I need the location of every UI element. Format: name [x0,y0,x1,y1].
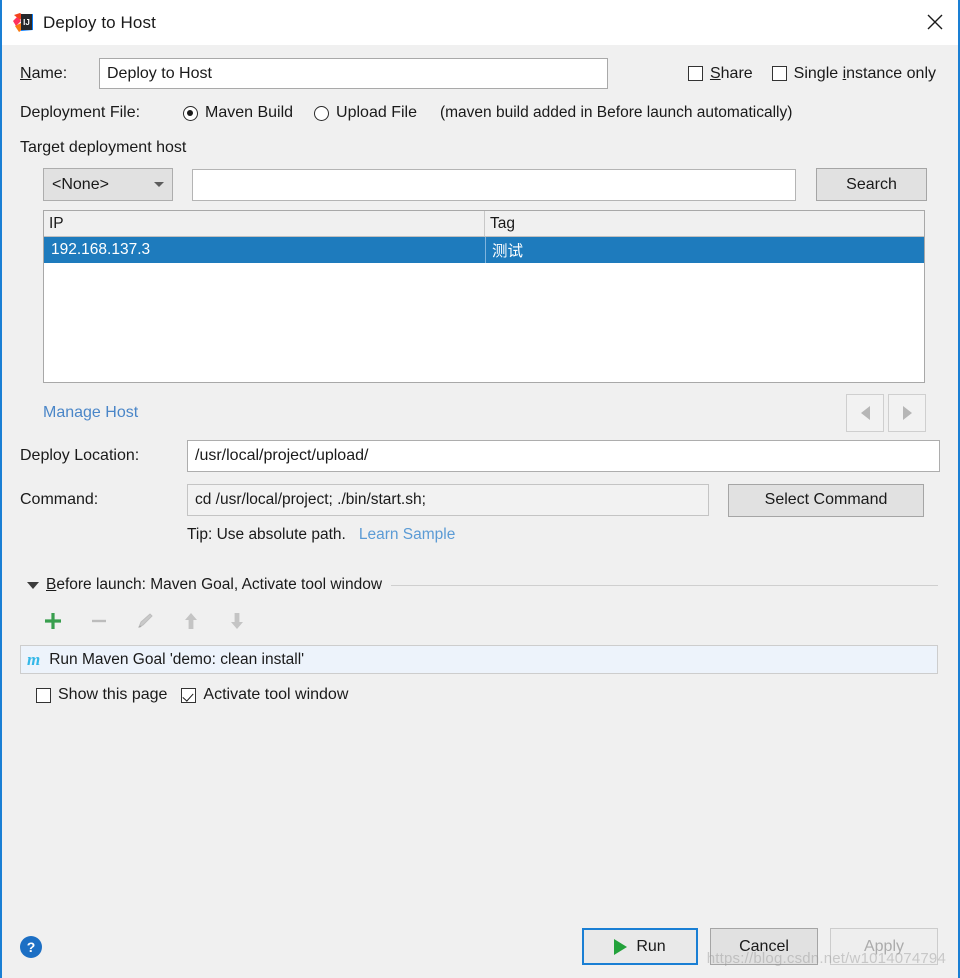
dialog-title: Deploy to Host [43,12,156,32]
command-tip-text: Tip: Use absolute path. [187,526,346,543]
host-search-row: <None> Search [20,168,940,201]
deployment-file-row: Deployment File: Maven Build Upload File… [20,100,940,126]
name-row: Name: Share Single instance only [20,58,940,89]
radio-upload-file[interactable]: Upload File [314,104,417,122]
table-row[interactable]: 192.168.137.3 测试 [44,237,924,263]
before-launch-separator [391,584,938,586]
arrow-up-icon [180,610,202,632]
triangle-left-icon [860,406,870,420]
name-label: Name: [20,64,68,82]
edit-pencil-icon [134,610,156,632]
footer-buttons: Run Cancel Apply [582,928,956,965]
apply-button: Apply [830,928,938,965]
titlebar-left: IJ Deploy to Host [2,12,156,34]
cancel-button[interactable]: Cancel [710,928,818,965]
before-launch-options: Show this page Activate tool window [20,686,940,704]
before-launch-item[interactable]: m Run Maven Goal 'demo: clean install' [20,645,938,674]
target-deployment-host-title: Target deployment host [20,139,187,156]
host-group-select-value: <None> [52,175,109,193]
cancel-button-label: Cancel [739,937,789,955]
before-launch-toolbar [20,606,940,636]
deployment-file-label: Deployment File: [20,104,141,121]
host-group-select[interactable]: <None> [43,168,173,201]
radio-maven-build-label: Maven Build [205,104,294,121]
chevron-down-icon [154,182,164,187]
play-icon [614,938,628,955]
learn-sample-link[interactable]: Learn Sample [359,526,456,544]
close-icon[interactable] [912,0,958,44]
host-pager [846,394,940,432]
remove-icon [88,610,110,632]
intellij-idea-logo-icon: IJ [12,12,34,34]
before-launch-header: Before launch: Maven Goal, Activate tool… [20,574,940,596]
cell-ip: 192.168.137.3 [51,241,151,258]
before-launch-item-text: Run Maven Goal 'demo: clean install' [49,650,305,668]
search-button[interactable]: Search [816,168,927,201]
dialog-footer: ? Run Cancel Apply [4,915,956,978]
command-label: Command: [20,491,99,508]
radio-upload-file-label: Upload File [336,104,417,121]
run-button[interactable]: Run [582,928,698,965]
cell-tag: 测试 [485,237,924,263]
host-table-header: IP Tag [44,211,924,237]
add-icon[interactable] [42,610,64,632]
share-label: Share [709,64,753,82]
triangle-right-icon [902,406,912,420]
deploy-location-label: Deploy Location: [20,447,140,464]
triangle-down-icon[interactable] [27,581,39,589]
maven-build-note: (maven build added in Before launch auto… [439,104,793,121]
maven-icon: m [27,649,41,669]
dialog-body: Name: Share Single instance only Deploym… [2,45,958,915]
before-launch-title: Before launch: Maven Goal, Activate tool… [46,576,383,593]
svg-text:IJ: IJ [23,18,30,27]
deploy-to-host-dialog: IJ Deploy to Host Name: Share [0,0,960,978]
radio-maven-build[interactable]: Maven Build [183,104,293,122]
column-header-tag[interactable]: Tag [485,211,924,236]
show-this-page-checkbox-box [36,687,51,703]
share-checkbox[interactable]: Share [687,64,753,83]
dialog-titlebar: IJ Deploy to Host [2,0,958,45]
options-group: Share Single instance only [687,64,940,83]
host-table: IP Tag 192.168.137.3 测试 [43,210,925,383]
help-icon[interactable]: ? [20,935,42,958]
pager-prev-button[interactable] [846,394,884,432]
single-instance-only-checkbox[interactable]: Single instance only [771,64,936,83]
radio-upload-file-dot [314,105,330,121]
single-instance-only-checkbox-box [771,66,787,81]
activate-tool-window-checkbox[interactable]: Activate tool window [181,686,348,704]
command-row: Command: Select Command [20,483,940,517]
show-this-page-checkbox[interactable]: Show this page [36,686,167,704]
name-input[interactable] [99,58,608,89]
command-input[interactable] [187,484,709,516]
select-command-button[interactable]: Select Command [728,483,924,517]
pager-next-button[interactable] [888,394,926,432]
activate-tool-window-checkbox-box [181,687,197,703]
run-button-label: Run [636,937,666,955]
share-checkbox-box [687,66,703,81]
manage-host-link[interactable]: Manage Host [43,404,138,422]
arrow-down-icon [226,610,248,632]
column-header-ip[interactable]: IP [44,211,485,236]
deploy-location-input[interactable] [187,440,940,472]
deploy-location-row: Deploy Location: [20,440,940,472]
host-search-input[interactable] [192,168,796,201]
manage-host-row: Manage Host [20,393,940,433]
single-instance-only-label: Single instance only [793,64,936,82]
show-this-page-label: Show this page [58,686,168,703]
activate-tool-window-label: Activate tool window [203,686,349,703]
radio-maven-build-dot [183,105,198,121]
apply-button-label: Apply [863,937,905,955]
host-table-empty-area [44,263,924,382]
command-tip-row: Tip: Use absolute path. Learn Sample [20,526,940,544]
